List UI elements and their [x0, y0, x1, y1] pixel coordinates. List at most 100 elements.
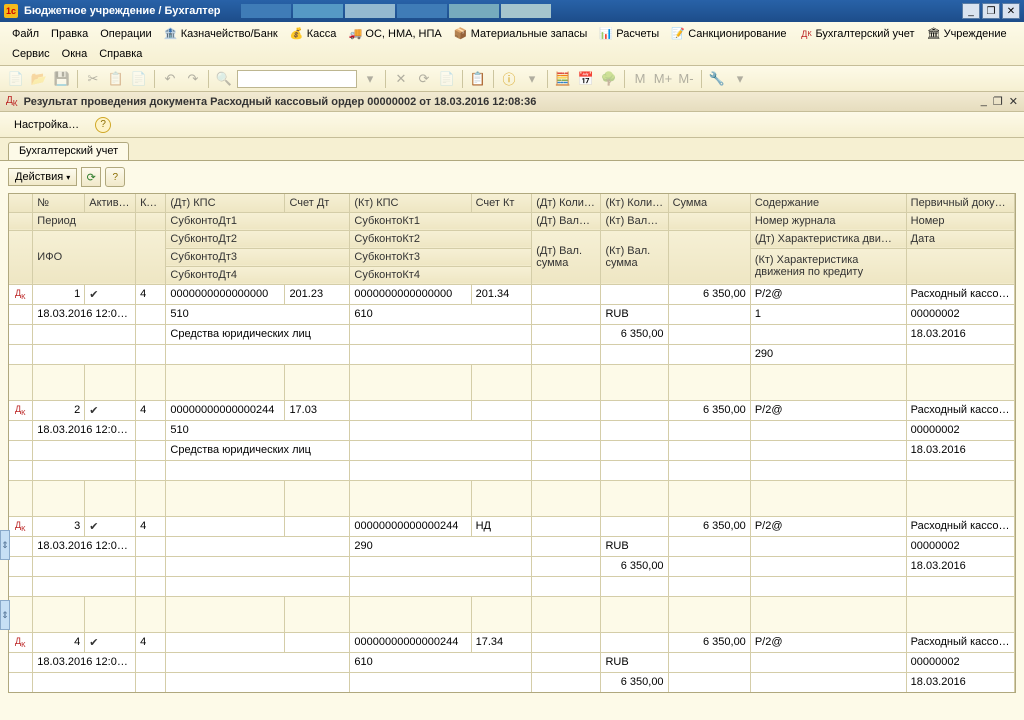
help-button[interactable]: ? — [95, 117, 111, 133]
cell[interactable]: 00000002 — [906, 420, 1014, 440]
cell[interactable] — [601, 460, 668, 480]
cell[interactable] — [285, 364, 350, 400]
cell[interactable] — [136, 556, 166, 576]
cell[interactable] — [668, 364, 750, 400]
cell[interactable] — [9, 304, 33, 324]
copy2-icon[interactable]: 📋 — [468, 69, 488, 89]
cell[interactable] — [166, 460, 350, 480]
cell[interactable] — [136, 324, 166, 344]
cell[interactable]: ✔ — [85, 400, 136, 420]
dock-handle-2[interactable]: ⇕ — [0, 600, 10, 630]
cell[interactable] — [601, 480, 668, 516]
cell[interactable]: Р/2@ — [750, 632, 906, 652]
cell[interactable] — [9, 324, 33, 344]
doc-minimize-icon[interactable]: _ — [981, 95, 987, 108]
cell[interactable] — [166, 652, 350, 672]
cell[interactable] — [532, 652, 601, 672]
cell[interactable] — [33, 672, 136, 692]
cell[interactable] — [9, 480, 33, 516]
cell[interactable]: 18.03.2016 12:0… — [33, 304, 136, 324]
cell[interactable] — [9, 596, 33, 632]
cell[interactable]: 6 350,00 — [668, 400, 750, 420]
cell[interactable] — [350, 420, 532, 440]
cell[interactable] — [532, 596, 601, 632]
col-header[interactable]: ИФО — [33, 230, 136, 284]
cell[interactable] — [750, 576, 906, 596]
settings-button[interactable]: Настройка… — [8, 117, 85, 133]
cell[interactable] — [85, 364, 136, 400]
col-header[interactable]: КФО — [136, 194, 166, 212]
cell[interactable] — [471, 480, 532, 516]
cell[interactable] — [136, 536, 166, 556]
cell[interactable]: Р/2@ — [750, 284, 906, 304]
col-header[interactable]: (Кт) Характеристика движения по кредиту — [750, 248, 906, 284]
menu-accounting[interactable]: ДКБухгалтерский учет — [792, 25, 920, 43]
cell[interactable] — [471, 596, 532, 632]
cell[interactable] — [166, 536, 350, 556]
menu-calc[interactable]: 📊Расчеты — [593, 25, 665, 43]
cell[interactable] — [166, 632, 285, 652]
cell[interactable] — [166, 344, 350, 364]
cell[interactable]: 3 — [33, 516, 85, 536]
cell[interactable] — [750, 420, 906, 440]
cell[interactable] — [601, 284, 668, 304]
search-input[interactable] — [237, 70, 357, 88]
cell[interactable] — [750, 536, 906, 556]
m-icon[interactable]: M — [630, 69, 650, 89]
cell[interactable] — [906, 596, 1014, 632]
cell[interactable]: 4 — [136, 284, 166, 304]
col-header[interactable]: Период — [33, 212, 136, 230]
cell[interactable] — [285, 480, 350, 516]
cell[interactable] — [350, 556, 532, 576]
cell[interactable]: 00000000000000244 — [350, 516, 471, 536]
cell[interactable] — [350, 596, 471, 632]
cell[interactable] — [136, 364, 166, 400]
cell[interactable] — [750, 596, 906, 632]
col-header[interactable]: (Кт) КПС — [350, 194, 471, 212]
cell[interactable] — [136, 420, 166, 440]
cell[interactable]: 0000000000000000 — [166, 284, 285, 304]
cell[interactable]: 6 350,00 — [668, 632, 750, 652]
cell[interactable] — [532, 480, 601, 516]
cell[interactable] — [350, 344, 532, 364]
cell[interactable]: ✔ — [85, 632, 136, 652]
cell[interactable] — [532, 304, 601, 324]
table-row[interactable]: 18.03.2016 12:0…510610RUB100000002 — [9, 304, 1015, 324]
col-header[interactable]: (Дт) Валю… — [532, 212, 601, 230]
refresh-grid-button[interactable]: ⟳ — [81, 167, 101, 187]
cell[interactable] — [136, 692, 166, 693]
col-header[interactable]: Актив… — [85, 194, 136, 212]
calc2-icon[interactable]: 🧮 — [553, 69, 573, 89]
col-header[interactable] — [668, 230, 750, 284]
cell[interactable]: 4 — [136, 632, 166, 652]
cell[interactable]: Расходный кассов… — [906, 516, 1014, 536]
cell[interactable] — [136, 480, 166, 516]
cell[interactable] — [136, 652, 166, 672]
cell[interactable] — [9, 652, 33, 672]
cell[interactable] — [601, 576, 668, 596]
cell[interactable] — [33, 692, 136, 693]
cell[interactable]: Средства юридических лиц — [166, 440, 350, 460]
cell[interactable] — [668, 556, 750, 576]
cell[interactable] — [9, 344, 33, 364]
cell[interactable] — [532, 672, 601, 692]
cell[interactable] — [166, 364, 285, 400]
cell[interactable]: 2 — [33, 400, 85, 420]
copy-icon[interactable]: 📋 — [106, 69, 126, 89]
cell[interactable]: 510 — [166, 304, 350, 324]
cell[interactable] — [350, 324, 532, 344]
cell[interactable] — [601, 596, 668, 632]
cell[interactable] — [285, 516, 350, 536]
cell[interactable]: 00000002 — [906, 652, 1014, 672]
grid-help-button[interactable]: ? — [105, 167, 125, 187]
cell[interactable]: ✔ — [85, 516, 136, 536]
help-icon[interactable]: ⓘ — [499, 69, 519, 89]
cell[interactable] — [285, 632, 350, 652]
save-icon[interactable]: 💾 — [52, 69, 72, 89]
col-header[interactable]: СубконтоКт2 — [350, 230, 532, 248]
cell[interactable] — [136, 344, 166, 364]
col-header[interactable] — [9, 194, 33, 212]
cell[interactable]: 1 — [33, 284, 85, 304]
minimize-button[interactable]: _ — [962, 3, 980, 19]
cell[interactable]: 18.03.2016 — [906, 440, 1014, 460]
